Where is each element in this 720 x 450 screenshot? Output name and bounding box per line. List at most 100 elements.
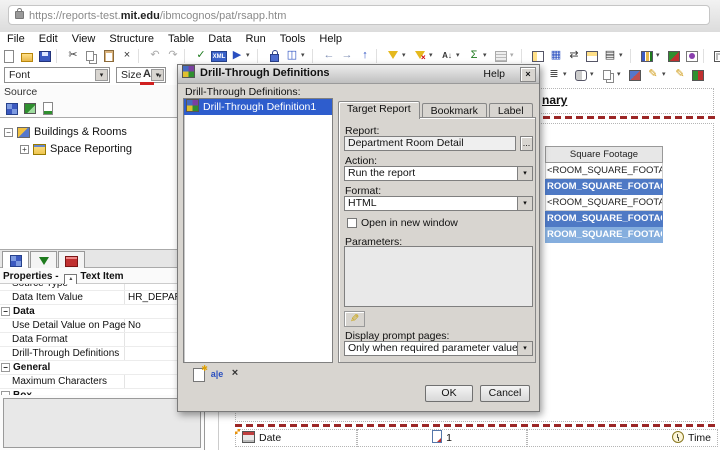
property-row[interactable]: Drill-Through Definitions — [0, 347, 204, 361]
menu-help[interactable]: Help — [312, 32, 349, 45]
footer-time-cell[interactable]: Time — [527, 429, 718, 447]
footer-date-cell[interactable]: Date — [235, 429, 357, 447]
expand-icon[interactable]: + — [20, 144, 29, 154]
list-style-button[interactable]: ≣ — [545, 67, 563, 83]
calculate-button[interactable] — [492, 48, 510, 64]
undo-button[interactable]: ↶ — [146, 48, 164, 64]
apply-style-button[interactable]: ✎ — [644, 67, 662, 83]
sort-button[interactable]: A↓ — [438, 48, 456, 64]
refresh-source-icon[interactable] — [39, 100, 57, 116]
table-row[interactable]: <ROOM_SQUARE_FOOTAGE> — [545, 195, 663, 211]
reuse-style-button[interactable]: ✎ — [671, 67, 689, 83]
view-xml-button[interactable]: XML — [210, 48, 228, 64]
menu-tools[interactable]: Tools — [273, 32, 313, 45]
aggregate-dropdown[interactable]: ▾ — [483, 48, 492, 63]
footer-page-number-cell[interactable]: 1 — [357, 429, 527, 447]
display-prompt-pages-combo[interactable]: Only when required parameter values a ▾ — [344, 341, 533, 356]
swap-rows-columns-button[interactable]: ⇄ — [565, 48, 583, 64]
parameters-box[interactable] — [344, 246, 533, 307]
table-row-highlighted[interactable]: ROOM_SQUARE_FOOTAGE)> — [545, 179, 663, 195]
package-dropdown[interactable]: ▾ — [301, 48, 310, 63]
report-field[interactable]: Department Room Detail — [344, 136, 516, 151]
page-layers-button[interactable]: ▤ — [601, 48, 619, 64]
dialog-title-bar[interactable]: Drill-Through Definitions Help × — [178, 65, 539, 84]
section-button[interactable] — [583, 48, 601, 64]
tab-toolbox[interactable] — [58, 251, 85, 268]
chart-dropdown[interactable]: ▾ — [656, 48, 665, 63]
action-combo[interactable]: Run the report ▾ — [344, 166, 533, 181]
dialog-help-link[interactable]: Help — [483, 66, 505, 83]
background-dropdown[interactable]: ▾ — [590, 67, 599, 82]
suppress-dropdown[interactable]: ▾ — [429, 48, 438, 63]
run-report-button[interactable]: ▶ — [228, 48, 246, 64]
open-new-window-checkbox[interactable] — [347, 218, 357, 228]
package-button[interactable]: ◫ — [283, 48, 301, 64]
delete-definition-button[interactable]: × — [226, 367, 244, 379]
tab-target-report[interactable]: Target Report — [338, 101, 420, 119]
page-layers-dropdown[interactable]: ▾ — [619, 48, 628, 63]
property-row[interactable]: Data Item Value HR_DEPARTM — [0, 291, 204, 305]
font-color-dropdown[interactable]: ▾ — [158, 69, 167, 84]
save-report-button[interactable] — [36, 48, 54, 64]
font-color-button[interactable]: A — [140, 68, 154, 85]
redo-button[interactable]: ↷ — [164, 48, 182, 64]
property-group-row[interactable]: − General — [0, 361, 204, 375]
format-combo-arrow[interactable]: ▾ — [517, 197, 532, 210]
table-row-highlighted[interactable]: ROOM_SQUARE_FOOTAGE)> — [545, 211, 663, 227]
property-row[interactable]: Use Detail Value on Page No — [0, 319, 204, 333]
action-combo-arrow[interactable]: ▾ — [517, 167, 532, 180]
property-group-row[interactable]: −Box — [0, 389, 204, 395]
table-row-highlighted[interactable]: ROOM_SQUARE_FOOTAGE)> — [545, 227, 663, 243]
sort-dropdown[interactable]: ▾ — [456, 48, 465, 63]
insert-table-button[interactable]: ▦ — [547, 48, 565, 64]
tree-node-buildings-rooms[interactable]: − Buildings & Rooms — [4, 126, 127, 138]
collapse-icon[interactable]: − — [1, 363, 10, 372]
open-report-button[interactable] — [18, 48, 36, 64]
menu-data[interactable]: Data — [201, 32, 238, 45]
edit-parameters-button[interactable]: ✎ — [344, 311, 365, 327]
validate-report-button[interactable]: ✓ — [192, 48, 210, 64]
new-report-button[interactable] — [0, 48, 18, 64]
apply-style-dropdown[interactable]: ▾ — [662, 67, 671, 82]
report-browse-button[interactable]: ... — [520, 136, 533, 151]
menu-edit[interactable]: Edit — [32, 32, 65, 45]
forward-button[interactable]: → — [338, 48, 356, 64]
insert-objects-icon[interactable] — [3, 100, 21, 116]
headers-footers-button[interactable] — [529, 48, 547, 64]
display-prompt-combo-arrow[interactable]: ▾ — [517, 342, 532, 355]
background-button[interactable] — [572, 67, 590, 83]
parent-button[interactable]: ↑ — [356, 48, 374, 64]
style-tools-button[interactable] — [626, 67, 644, 83]
report-title-clipped[interactable]: nary — [542, 93, 567, 107]
calculate-dropdown[interactable]: ▾ — [510, 48, 519, 63]
table-row[interactable]: <ROOM_SQUARE_FOOTAGE> — [545, 163, 663, 179]
menu-structure[interactable]: Structure — [102, 32, 161, 45]
property-row[interactable]: Maximum Characters — [0, 375, 204, 389]
column-header-square-footage[interactable]: Square Footage — [545, 146, 663, 163]
menu-file[interactable]: File — [0, 32, 32, 45]
copy-style-button[interactable] — [599, 67, 617, 83]
edit-query-icon[interactable] — [21, 100, 39, 116]
map-button[interactable] — [665, 48, 683, 64]
paste-button[interactable] — [100, 48, 118, 64]
run-report-dropdown[interactable]: ▾ — [246, 48, 255, 63]
cut-button[interactable]: ✂ — [64, 48, 82, 64]
copy-style-dropdown[interactable]: ▾ — [617, 67, 626, 82]
property-row[interactable]: Source Type — [0, 284, 204, 291]
definitions-listbox[interactable]: Drill-Through Definition1 — [183, 98, 333, 363]
ok-button[interactable]: OK — [425, 385, 473, 402]
font-select-arrow[interactable]: ▾ — [95, 69, 108, 81]
suppress-button[interactable] — [411, 48, 429, 65]
new-definition-button[interactable] — [190, 364, 208, 385]
address-bar[interactable]: https://reports-test.mit.edu/ibmcognos/p… — [8, 5, 710, 25]
aggregate-button[interactable]: Σ — [465, 48, 483, 64]
delete-button[interactable]: × — [118, 48, 136, 64]
image-button[interactable] — [683, 48, 701, 64]
conditional-styles-button[interactable] — [689, 67, 707, 83]
back-button[interactable]: ← — [320, 48, 338, 64]
collapse-icon[interactable]: − — [4, 127, 13, 137]
format-combo[interactable]: HTML ▾ — [344, 196, 533, 211]
filter-button[interactable] — [384, 48, 402, 64]
list-style-dropdown[interactable]: ▾ — [563, 67, 572, 82]
report-list-table[interactable]: Square Footage <ROOM_SQUARE_FOOTAGE> ROO… — [545, 146, 663, 243]
